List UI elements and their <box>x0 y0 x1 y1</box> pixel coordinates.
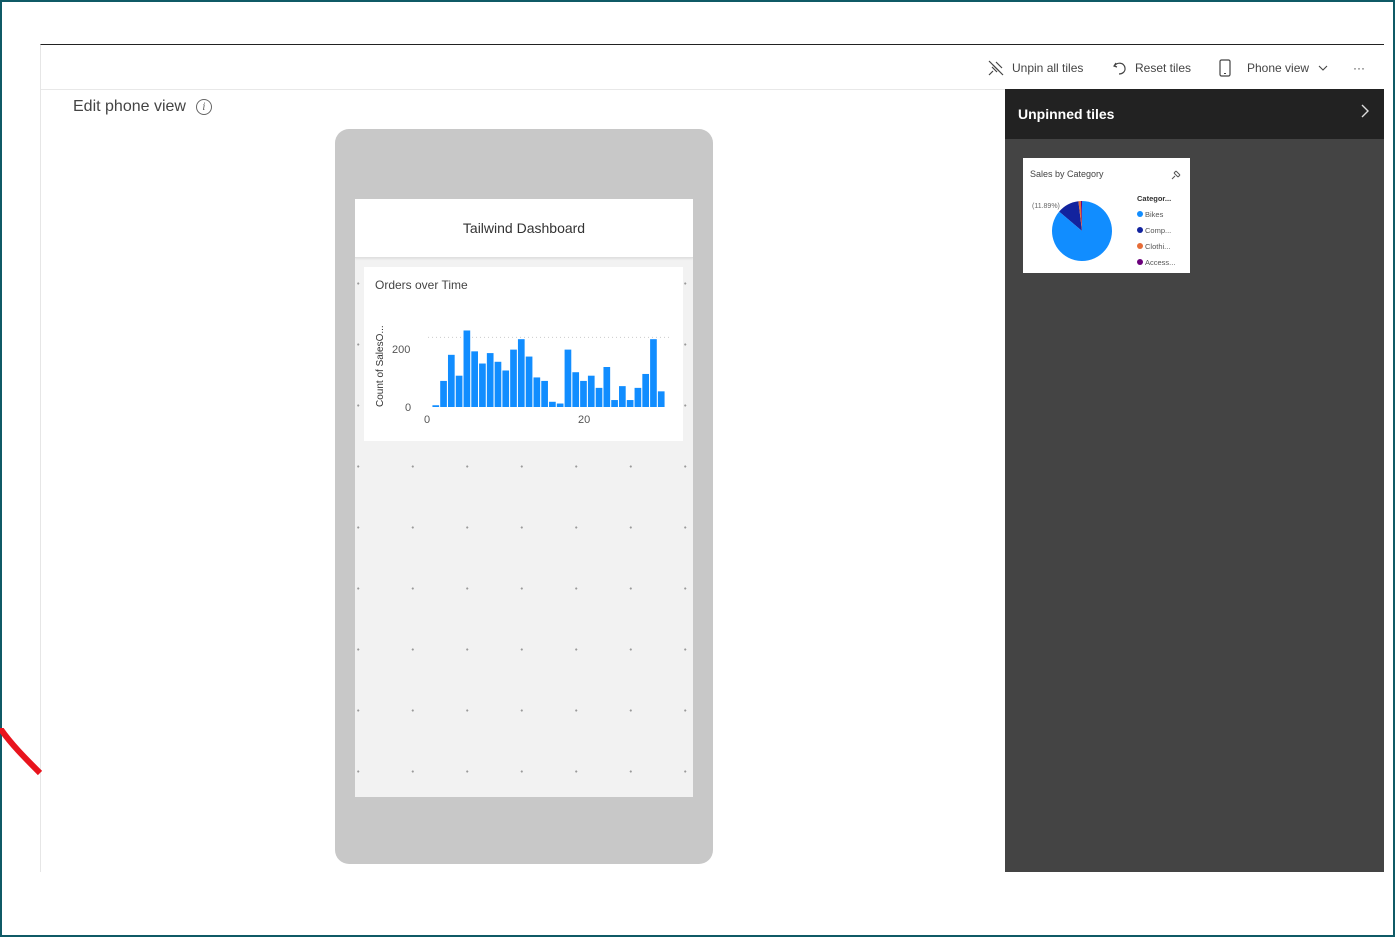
undo-icon <box>1113 62 1126 75</box>
y-axis-label: Count of SalesO... <box>375 325 386 407</box>
chart-bar[interactable] <box>494 361 502 407</box>
chart-bar[interactable] <box>580 380 587 407</box>
phone-view-dropdown[interactable]: Phone view <box>1218 59 1336 77</box>
info-icon[interactable]: i <box>195 99 212 115</box>
chart-bar[interactable] <box>611 400 618 407</box>
chart-bar[interactable] <box>657 391 665 407</box>
legend-label: Comp... <box>1145 225 1172 235</box>
pin-icon[interactable] <box>1170 169 1182 181</box>
phone-icon <box>1219 59 1231 77</box>
chart-bar[interactable] <box>486 353 494 407</box>
chart-bar[interactable] <box>642 373 650 407</box>
chart-bar[interactable] <box>525 356 533 407</box>
chart-bar[interactable] <box>572 372 580 407</box>
chart-bar[interactable] <box>634 387 642 407</box>
unpinned-tiles-panel: Unpinned tiles Sales by Category (11.89%… <box>1005 89 1384 872</box>
legend-label: Access... <box>1145 257 1176 267</box>
dashboard-title: Tailwind Dashboard <box>355 199 693 258</box>
legend-item: Clothi... <box>1137 238 1175 254</box>
legend-dot <box>1137 211 1143 217</box>
chevron-right-icon[interactable] <box>1359 103 1371 124</box>
unpin-icon <box>988 60 1004 76</box>
orders-over-time-tile[interactable]: Orders over Time Count of SalesO... 200 … <box>364 267 683 441</box>
legend-item: Comp... <box>1137 222 1175 238</box>
dashboard-title-text: Tailwind Dashboard <box>462 220 586 236</box>
x-tick-label: 20 <box>578 414 590 426</box>
panel-title: Unpinned tiles <box>1018 106 1115 122</box>
legend-dot <box>1137 227 1143 233</box>
chart-bar[interactable] <box>533 377 541 407</box>
chart-bar[interactable] <box>440 380 447 407</box>
chart-bar[interactable] <box>587 375 595 407</box>
chevron-down-icon <box>1318 65 1328 71</box>
chart-bar[interactable] <box>510 349 517 407</box>
chart-bar[interactable] <box>447 354 455 407</box>
pie-legend: Categor... Bikes Comp... Clothi... Acces… <box>1137 194 1175 270</box>
chart-bar[interactable] <box>556 403 564 407</box>
chart-bar[interactable] <box>595 387 603 407</box>
sales-pie-chart: (11.89%) <box>1032 201 1112 261</box>
reset-tiles-label: Reset tiles <box>1135 61 1192 75</box>
chart-bar[interactable] <box>626 400 634 407</box>
legend-item: Access... <box>1137 254 1175 270</box>
chart-bar[interactable] <box>432 405 440 407</box>
legend-dot <box>1137 259 1143 265</box>
sales-by-category-tile[interactable]: Sales by Category (11.89%) Categor... Bi… <box>1023 158 1190 273</box>
phone-screen: Tailwind Dashboard Orders over Time Coun… <box>355 199 693 797</box>
panel-header: Unpinned tiles <box>1005 89 1384 139</box>
pie-pct-label: (11.89%) <box>1032 203 1060 210</box>
chart-bar[interactable] <box>455 375 463 407</box>
reset-tiles-button[interactable]: Reset tiles <box>1112 59 1191 77</box>
y-tick-label: 0 <box>405 402 411 414</box>
phone-view-label: Phone view <box>1247 61 1310 75</box>
orders-bar-chart: Count of SalesO... 200 0 0 20 <box>375 325 669 426</box>
chart-bar[interactable] <box>564 349 572 407</box>
unpin-all-button[interactable]: Unpin all tiles <box>987 59 1083 77</box>
edit-phone-view-heading: Edit phone view i <box>73 98 212 116</box>
more-options-label: ··· <box>1353 61 1365 75</box>
app-area: Unpin all tiles Reset tiles Phone view ·… <box>40 44 1384 872</box>
legend-dot <box>1137 243 1143 249</box>
legend-label: Clothi... <box>1145 241 1171 251</box>
chart-bar[interactable] <box>603 367 611 407</box>
legend-title: Categor... <box>1137 194 1172 203</box>
chart-bar[interactable] <box>463 330 471 407</box>
chart-bar[interactable] <box>471 351 478 407</box>
phone-frame: Tailwind Dashboard Orders over Time Coun… <box>335 129 713 864</box>
unpin-all-label: Unpin all tiles <box>1012 61 1084 75</box>
chart-bar[interactable] <box>619 386 626 407</box>
y-tick-label: 200 <box>392 344 410 356</box>
more-options-button[interactable]: ··· <box>1353 59 1365 77</box>
annotation-arrow <box>0 728 42 776</box>
chart-bar[interactable] <box>517 339 525 407</box>
chart-bar[interactable] <box>549 401 556 407</box>
toolbar: Unpin all tiles Reset tiles Phone view ·… <box>41 45 1384 90</box>
x-tick-label: 0 <box>424 414 430 426</box>
chart-bar[interactable] <box>479 363 486 407</box>
chart-bar[interactable] <box>502 370 510 407</box>
chart-bar[interactable] <box>541 380 548 407</box>
legend-item: Bikes <box>1137 206 1175 222</box>
legend-label: Bikes <box>1145 209 1164 219</box>
pie-tile-title: Sales by Category <box>1030 169 1104 179</box>
chart-bar[interactable] <box>650 339 657 407</box>
edit-phone-view-title: Edit phone view <box>73 98 186 115</box>
